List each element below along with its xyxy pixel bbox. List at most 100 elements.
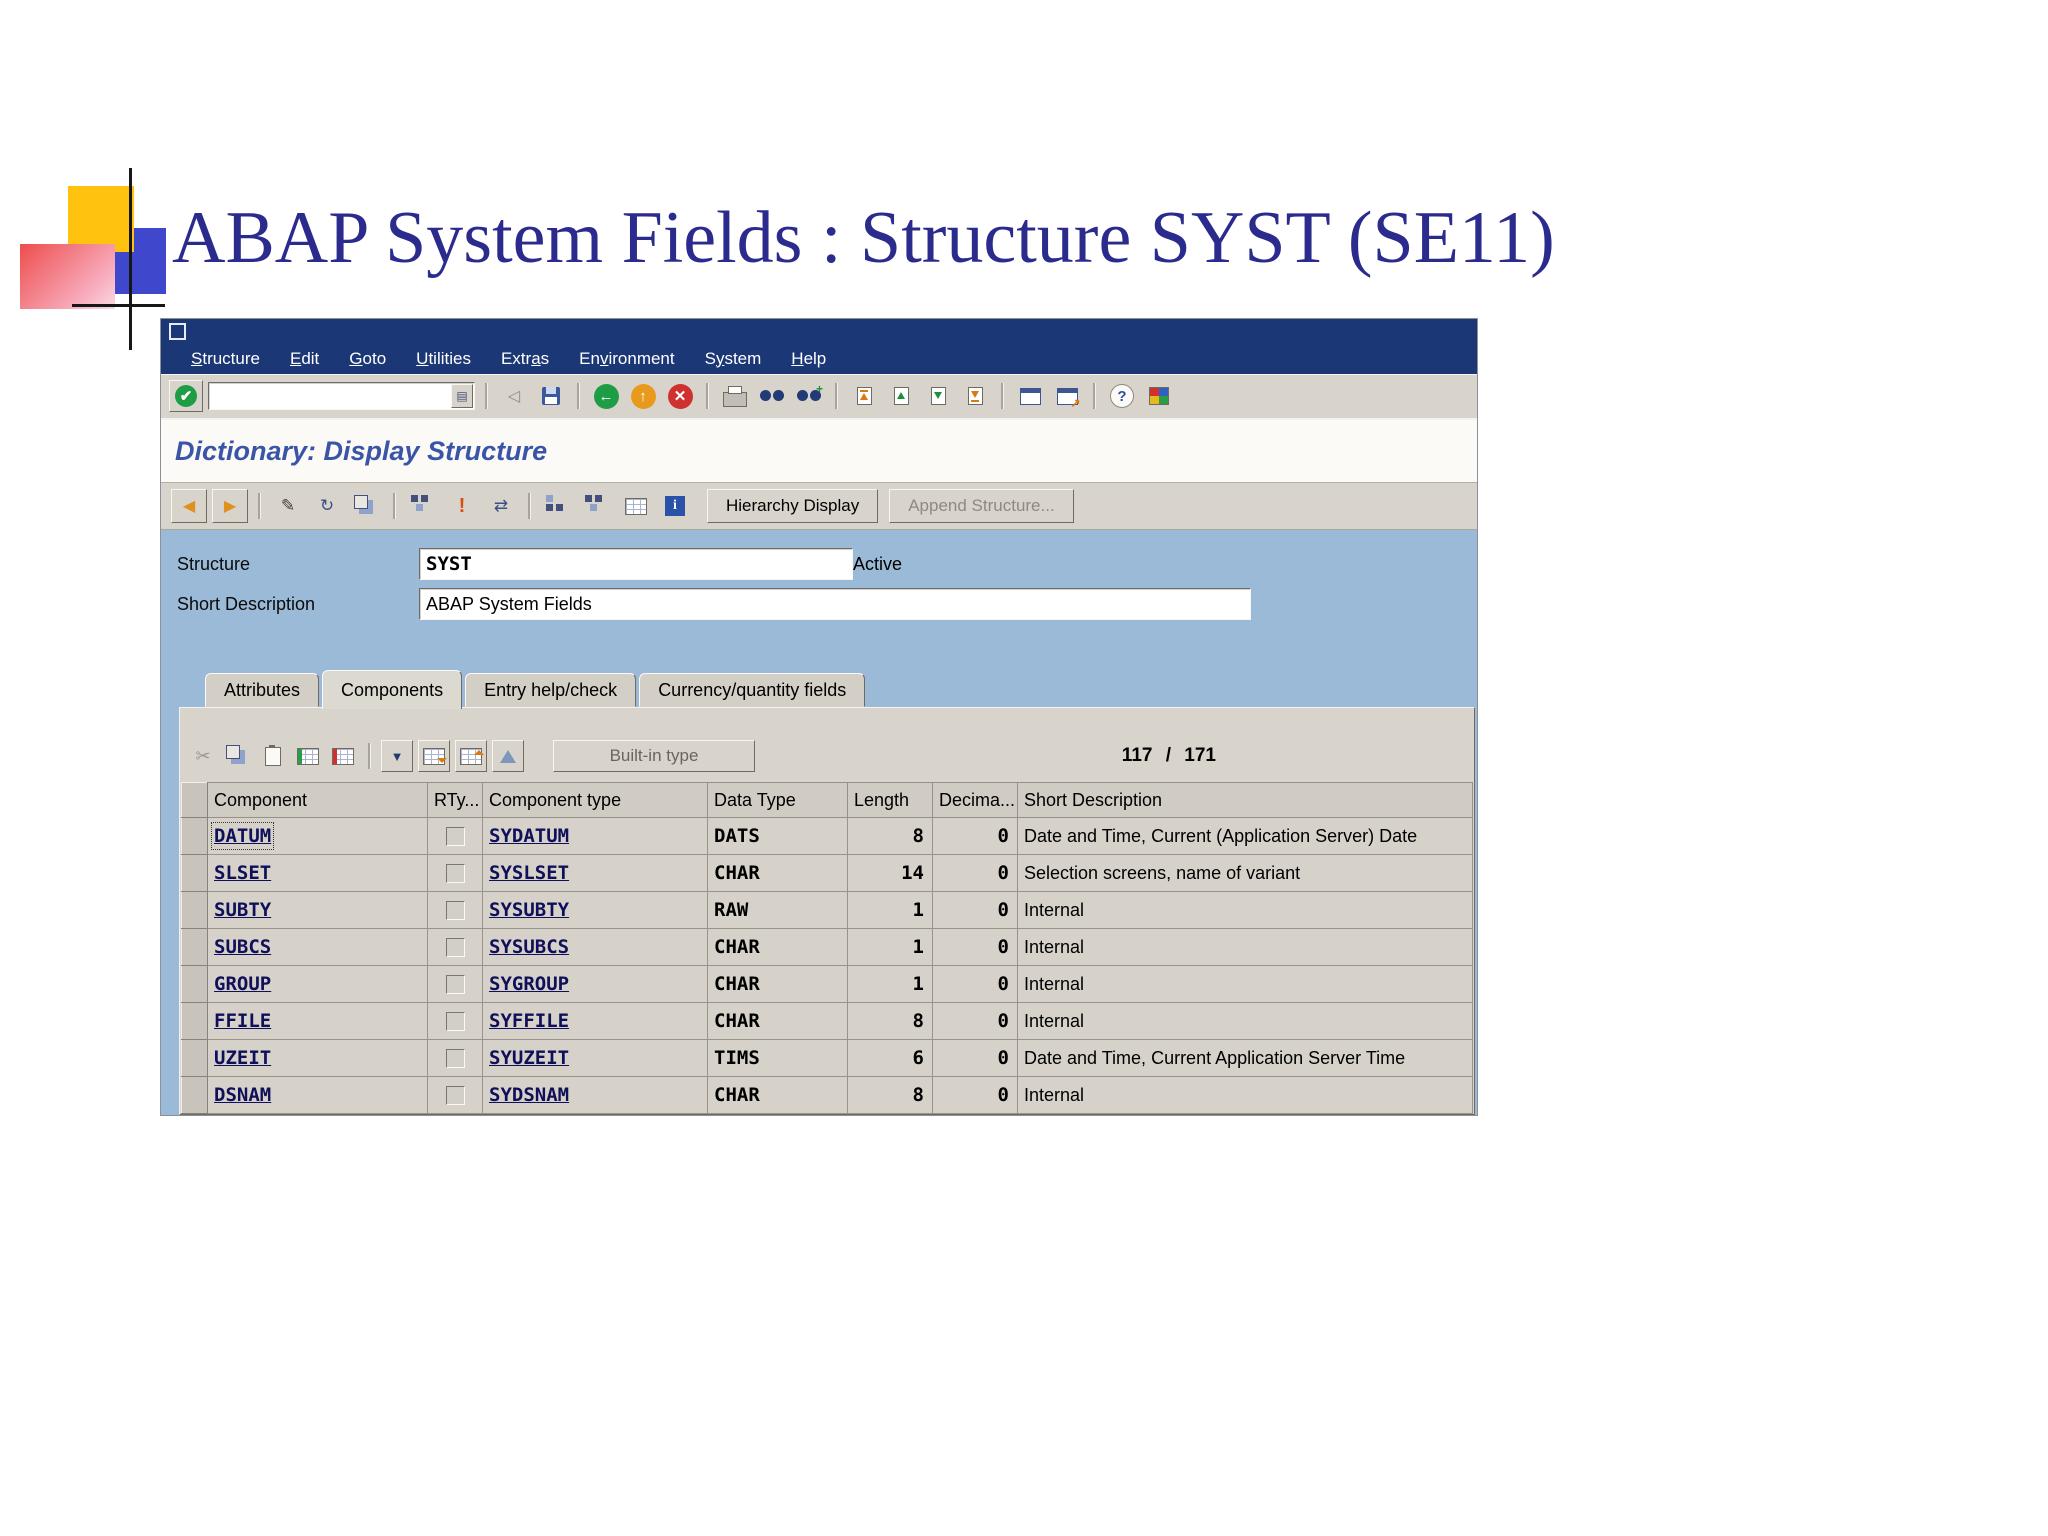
display-change-icon[interactable]: ✎ (271, 490, 305, 522)
deco-vertical-line (129, 168, 132, 350)
component-type-link[interactable]: SYDSNAM (489, 1084, 569, 1106)
rtype-checkbox[interactable] (445, 975, 465, 994)
insert-row-icon[interactable] (293, 741, 323, 771)
component-type-link[interactable]: SYSUBCS (489, 936, 569, 958)
delete-row-icon[interactable] (328, 741, 358, 771)
menu-structure[interactable]: Structure (191, 349, 260, 369)
rtype-checkbox[interactable] (445, 938, 465, 957)
component-type-link[interactable]: SYUZEIT (489, 1047, 569, 1069)
column-header-data-type[interactable]: Data Type (707, 782, 848, 818)
find-icon[interactable] (756, 381, 788, 411)
rtype-checkbox[interactable] (445, 827, 465, 846)
built-in-type-button[interactable]: Built-in type (553, 740, 755, 772)
copy-icon[interactable] (223, 741, 253, 771)
insert-element-icon[interactable] (418, 740, 450, 772)
menu-edit[interactable]: Edit (290, 349, 319, 369)
command-history-icon[interactable]: ▤ (451, 384, 473, 408)
back-icon[interactable]: ← (590, 381, 622, 411)
short-description-field[interactable] (419, 588, 1251, 620)
last-page-icon[interactable] (959, 381, 991, 411)
component-link[interactable]: GROUP (214, 973, 271, 995)
enter-button[interactable]: ✔ (169, 380, 203, 412)
menu-extras[interactable]: Extras (501, 349, 549, 369)
column-header-length[interactable]: Length (847, 782, 933, 818)
component-link[interactable]: SUBCS (214, 936, 271, 958)
cancel-icon[interactable]: ✕ (664, 381, 696, 411)
window-menu-icon[interactable] (169, 322, 186, 340)
row-selector[interactable] (181, 928, 208, 966)
find-next-icon[interactable]: + (793, 381, 825, 411)
component-link[interactable]: UZEIT (214, 1047, 271, 1069)
component-type-link[interactable]: SYDATUM (489, 825, 569, 847)
help-icon[interactable]: ? (1106, 381, 1138, 411)
next-page-icon[interactable] (922, 381, 954, 411)
rtype-checkbox[interactable] (445, 1012, 465, 1031)
component-type-link[interactable]: SYGROUP (489, 973, 569, 995)
menu-system[interactable]: System (705, 349, 762, 369)
rtype-checkbox[interactable] (445, 864, 465, 883)
row-selector[interactable] (181, 1002, 208, 1040)
row-selector[interactable] (181, 965, 208, 1003)
item-list-icon[interactable]: ◁ (498, 381, 530, 411)
first-page-icon[interactable] (848, 381, 880, 411)
previous-page-icon[interactable] (885, 381, 917, 411)
rtype-checkbox[interactable] (445, 1086, 465, 1105)
component-link[interactable]: SUBTY (214, 899, 271, 921)
standard-toolbar: ✔ ▤ ◁ ← ↑ ✕ + ? (161, 374, 1477, 420)
row-selector[interactable] (181, 854, 208, 892)
cut-icon[interactable]: ✂ (188, 741, 218, 771)
column-header-short-description[interactable]: Short Description (1017, 782, 1473, 818)
component-link[interactable]: DATUM (210, 822, 275, 850)
column-header-component-type[interactable]: Component type (482, 782, 708, 818)
condense-icon[interactable]: ▼ (381, 740, 413, 772)
tab-currency-quantity-fields[interactable]: Currency/quantity fields (639, 673, 866, 707)
rtype-checkbox[interactable] (445, 901, 465, 920)
component-type-link[interactable]: SYSUBTY (489, 899, 569, 921)
component-type-link[interactable]: SYSLSET (489, 862, 569, 884)
copy-object-icon[interactable] (349, 490, 383, 522)
table-display-icon[interactable] (619, 490, 653, 522)
menu-goto[interactable]: Goto (349, 349, 386, 369)
sort-icon[interactable] (492, 740, 524, 772)
command-input[interactable] (209, 385, 451, 407)
component-link[interactable]: SLSET (214, 862, 271, 884)
row-selector[interactable] (181, 1076, 208, 1114)
column-header-decima[interactable]: Decima... (932, 782, 1018, 818)
row-selector[interactable] (181, 891, 208, 929)
new-session-icon[interactable] (1014, 381, 1046, 411)
tab-attributes[interactable]: Attributes (205, 673, 320, 707)
hierarchy-tree-icon[interactable] (541, 490, 575, 522)
paste-icon[interactable] (258, 741, 288, 771)
activate-icon[interactable]: ! (445, 490, 479, 522)
object-list-icon[interactable] (580, 490, 614, 522)
forward-arrow-button[interactable]: ▶ (212, 489, 248, 523)
column-header-component[interactable]: Component (207, 782, 428, 818)
refresh-icon[interactable]: ↻ (310, 490, 344, 522)
menu-utilities[interactable]: Utilities (416, 349, 471, 369)
create-shortcut-icon[interactable] (1051, 381, 1083, 411)
info-icon[interactable]: i (658, 490, 692, 522)
menu-help[interactable]: Help (791, 349, 826, 369)
structure-field[interactable] (419, 548, 853, 580)
expand-element-icon[interactable] (455, 740, 487, 772)
navigate-icon[interactable]: ⇄ (484, 490, 518, 522)
select-all-cell[interactable] (181, 782, 208, 818)
rtype-checkbox[interactable] (445, 1049, 465, 1068)
print-icon[interactable] (719, 381, 751, 411)
tab-components[interactable]: Components (322, 670, 463, 709)
menu-environment[interactable]: Environment (579, 349, 674, 369)
row-selector[interactable] (181, 817, 208, 855)
component-type-link[interactable]: SYFFILE (489, 1010, 569, 1032)
where-used-icon[interactable] (406, 490, 440, 522)
back-arrow-button[interactable]: ◀ (171, 489, 207, 523)
save-icon[interactable] (535, 381, 567, 411)
customize-layout-icon[interactable] (1143, 381, 1175, 411)
component-link[interactable]: FFILE (214, 1010, 271, 1032)
component-link[interactable]: DSNAM (214, 1084, 271, 1106)
component-cell: GROUP (207, 965, 428, 1003)
hierarchy-display-button[interactable]: Hierarchy Display (707, 489, 879, 523)
tab-entry-help-check[interactable]: Entry help/check (465, 673, 637, 707)
column-header-rty[interactable]: RTy... (427, 782, 483, 818)
exit-icon[interactable]: ↑ (627, 381, 659, 411)
row-selector[interactable] (181, 1039, 208, 1077)
